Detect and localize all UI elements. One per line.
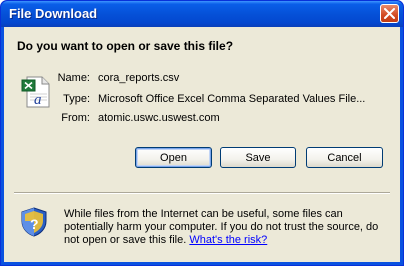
file-name-value: cora_reports.csv	[98, 72, 180, 84]
security-warning: While files from the Internet can be use…	[64, 208, 384, 247]
save-button[interactable]: Save	[220, 147, 296, 168]
window-title: File Download	[9, 6, 98, 21]
svg-text:a: a	[34, 92, 42, 108]
open-button[interactable]: Open	[135, 147, 212, 168]
cancel-button[interactable]: Cancel	[306, 147, 383, 168]
file-download-window: File Download Do you want to open or sav…	[0, 0, 404, 266]
shield-icon: ?	[21, 207, 47, 237]
from-label: From:	[61, 112, 90, 124]
risk-link[interactable]: What's the risk?	[189, 234, 267, 246]
name-label: Name:	[57, 72, 90, 84]
titlebar[interactable]: File Download	[1, 1, 403, 27]
dialog-body: Do you want to open or save this file? a…	[4, 27, 400, 262]
close-button[interactable]	[380, 4, 399, 23]
file-source-value: atomic.uswc.uswest.com	[98, 112, 220, 124]
excel-csv-file-icon: a	[21, 76, 50, 108]
close-icon	[384, 8, 395, 19]
divider	[14, 192, 390, 194]
svg-text:?: ?	[30, 216, 39, 232]
dialog-question: Do you want to open or save this file?	[17, 39, 234, 53]
file-type-value: Microsoft Office Excel Comma Separated V…	[98, 93, 366, 105]
type-label: Type:	[63, 93, 90, 105]
